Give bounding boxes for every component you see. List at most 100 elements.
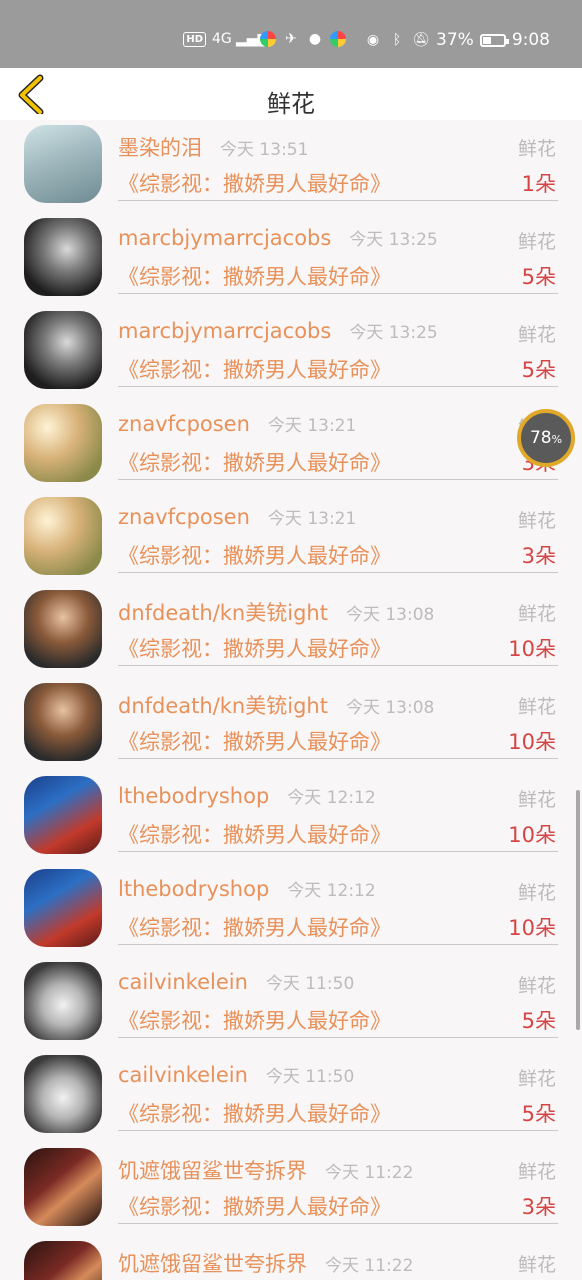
item-header: cailvinkelein 今天 11:50 (118, 1062, 354, 1087)
username[interactable]: 饥遮饿留鲨世夸拆界 (118, 1159, 307, 1183)
gift-type: 鲜花 (517, 510, 556, 532)
clock: 9:08 (511, 30, 550, 50)
app-notification-icon (260, 31, 276, 47)
book-title[interactable]: 《综影视：撒娇男人最好命》 (118, 819, 391, 849)
battery-percent: 37% (436, 30, 474, 50)
flower-count: 10朵 (508, 823, 556, 847)
list-item[interactable]: 饥遮饿留鲨世夸拆界 今天 11:22 鲜花 《综影视：撒娇男人最好命》 3朵 (0, 1143, 582, 1236)
list-item[interactable]: 墨染的泪 今天 13:51 鲜花 《综影视：撒娇男人最好命》 1朵 (0, 120, 582, 213)
list-item[interactable]: dnfdeath/kn美铳ight 今天 13:08 鲜花 《综影视：撒娇男人最好… (0, 678, 582, 771)
item-header: 饥遮饿留鲨世夸拆界 今天 11:22 (118, 1155, 413, 1185)
username[interactable]: marcbjymarrcjacobs (118, 319, 331, 343)
book-title[interactable]: 《综影视：撒娇男人最好命》 (118, 1191, 391, 1221)
username[interactable]: znavfcposen (118, 505, 250, 529)
flower-count: 10朵 (508, 730, 556, 754)
username[interactable]: lthebodryshop (118, 784, 269, 808)
avatar[interactable] (24, 776, 102, 854)
username[interactable]: lthebodryshop (118, 877, 269, 901)
username[interactable]: marcbjymarrcjacobs (118, 226, 331, 250)
list-item[interactable]: lthebodryshop 今天 12:12 鲜花 《综影视：撒娇男人最好命》 1… (0, 771, 582, 864)
flower-count: 5朵 (521, 1009, 556, 1033)
item-header: marcbjymarrcjacobs 今天 13:25 (118, 318, 438, 343)
app-header: 鲜花 (0, 68, 582, 120)
username[interactable]: 饥遮饿留鲨世夸拆界 (118, 1252, 307, 1276)
list-item[interactable]: marcbjymarrcjacobs 今天 13:25 鲜花 《综影视：撒娇男人最… (0, 213, 582, 306)
eye-icon: ◉ (366, 32, 380, 48)
speed-unit: % (551, 433, 563, 446)
gift-type: 鲜花 (517, 231, 556, 253)
avatar[interactable] (24, 1241, 102, 1280)
gift-type: 鲜花 (517, 789, 556, 811)
username[interactable]: cailvinkelein (118, 1063, 248, 1087)
status-left-icons: HD 4G ▂▄▆ ✈ ● (183, 30, 346, 48)
gift-type: 鲜花 (517, 603, 556, 625)
username[interactable]: cailvinkelein (118, 970, 248, 994)
item-header: znavfcposen 今天 13:21 (118, 504, 356, 529)
divider (118, 851, 558, 852)
avatar[interactable] (24, 869, 102, 947)
flower-count: 3朵 (521, 1195, 556, 1219)
book-title[interactable]: 《综影视：撒娇男人最好命》 (118, 1005, 391, 1035)
list-item[interactable]: lthebodryshop 今天 12:12 鲜花 《综影视：撒娇男人最好命》 1… (0, 864, 582, 957)
avatar[interactable] (24, 590, 102, 668)
battery-icon (479, 33, 509, 47)
gift-type: 鲜花 (517, 138, 556, 160)
list-item[interactable]: znavfcposen今天 13:21 鲜花 《综影视：撒娇男人最好命》 3朵 (0, 399, 582, 492)
mute-icon: 🔕︎ (412, 32, 430, 48)
list-item[interactable]: 饥遮饿留鲨世夸拆界 今天 11:22 鲜花 (0, 1236, 582, 1280)
avatar[interactable] (24, 1055, 102, 1133)
list-item[interactable]: znavfcposen今天 13:21 鲜花 《综影视：撒娇男人最好命》 3朵 (0, 492, 582, 585)
book-title[interactable]: 《综影视：撒娇男人最好命》 (118, 1098, 391, 1128)
book-title[interactable]: 《综影视：撒娇男人最好命》 (118, 261, 391, 291)
book-title[interactable]: 《综影视：撒娇男人最好命》 (118, 726, 391, 756)
timestamp: 今天 13:51 (220, 140, 309, 160)
status-bar: HD 4G ▂▄▆ ✈ ● ◉ ᛒ 🔕︎ 37% 9:08 (0, 0, 582, 68)
book-title[interactable]: 《综影视：撒娇男人最好命》 (118, 912, 391, 942)
book-title[interactable]: 《综影视：撒娇男人最好命》 (118, 168, 391, 198)
username[interactable]: dnfdeath/kn美铳ight (118, 601, 328, 625)
network-type: 4G (212, 31, 232, 47)
divider (118, 665, 558, 666)
avatar[interactable] (24, 497, 102, 575)
list-item[interactable]: cailvinkelein 今天 11:50 鲜花 《综影视：撒娇男人最好命》 5… (0, 1050, 582, 1143)
scrollbar[interactable] (576, 790, 580, 1030)
timestamp: 今天 13:25 (349, 323, 438, 343)
timestamp: 今天 11:50 (265, 974, 355, 994)
flower-count: 5朵 (521, 358, 556, 382)
flower-count: 5朵 (521, 265, 556, 289)
floating-speed-widget[interactable]: 78% (517, 409, 575, 467)
status-right: ◉ ᛒ 🔕︎ 37% 9:08 (364, 30, 550, 50)
book-title[interactable]: 《综影视：撒娇男人最好命》 (118, 633, 391, 663)
avatar[interactable] (24, 311, 102, 389)
username[interactable]: dnfdeath/kn美铳ight (118, 694, 328, 718)
book-title[interactable]: 《综影视：撒娇男人最好命》 (118, 354, 391, 384)
gift-type: 鲜花 (517, 882, 556, 904)
flower-count: 10朵 (508, 916, 556, 940)
item-header: 墨染的泪 今天 13:51 (118, 132, 308, 162)
avatar[interactable] (24, 404, 102, 482)
item-header: lthebodryshop 今天 12:12 (118, 783, 376, 808)
avatar[interactable] (24, 125, 102, 203)
avatar[interactable] (24, 683, 102, 761)
avatar[interactable] (24, 218, 102, 296)
hd-icon: HD (183, 31, 206, 47)
book-title[interactable]: 《综影视：撒娇男人最好命》 (118, 447, 391, 477)
page-title: 鲜花 (267, 90, 315, 118)
gift-type: 鲜花 (517, 975, 556, 997)
avatar[interactable] (24, 1148, 102, 1226)
book-title[interactable]: 《综影视：撒娇男人最好命》 (118, 540, 391, 570)
divider (118, 1037, 558, 1038)
divider (118, 386, 558, 387)
username[interactable]: 墨染的泪 (118, 136, 202, 160)
signal-icon: ▂▄▆ (236, 31, 269, 47)
gift-type: 鲜花 (517, 1161, 556, 1183)
flower-record-list[interactable]: 墨染的泪 今天 13:51 鲜花 《综影视：撒娇男人最好命》 1朵 marcbjy… (0, 120, 582, 1280)
avatar[interactable] (24, 962, 102, 1040)
item-header: znavfcposen 今天 13:21 (118, 411, 356, 436)
list-item[interactable]: cailvinkelein 今天 11:50 鲜花 《综影视：撒娇男人最好命》 5… (0, 957, 582, 1050)
list-item[interactable]: dnfdeath/kn美铳ight 今天 13:08 鲜花 《综影视：撒娇男人最好… (0, 585, 582, 678)
app-notification-icon-2 (330, 31, 346, 47)
username[interactable]: znavfcposen (118, 412, 250, 436)
flower-count: 10朵 (508, 637, 556, 661)
list-item[interactable]: marcbjymarrcjacobs 今天 13:25 鲜花 《综影视：撒娇男人最… (0, 306, 582, 399)
